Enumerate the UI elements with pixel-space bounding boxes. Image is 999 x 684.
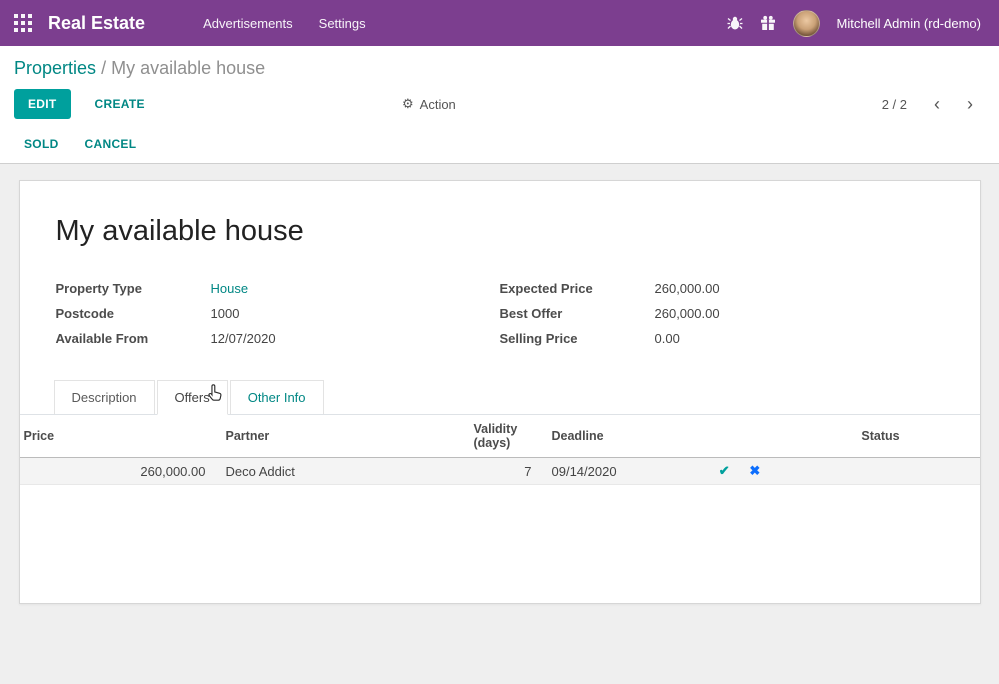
pager-value[interactable]: 2 / 2 <box>882 97 907 112</box>
pager-previous-icon[interactable]: ‹ <box>934 95 940 113</box>
user-avatar[interactable] <box>793 10 820 37</box>
field-value: 260,000.00 <box>655 306 720 321</box>
grid-icon <box>14 14 32 32</box>
breadcrumb-parent-link[interactable]: Properties <box>14 58 96 78</box>
column-partner[interactable]: Partner <box>212 415 470 458</box>
field-group-left: Property Type House Postcode 1000 Availa… <box>56 281 500 356</box>
form-statusbar: SOLD CANCEL <box>0 124 999 164</box>
field-label: Best Offer <box>500 306 655 321</box>
sold-button[interactable]: SOLD <box>24 137 59 151</box>
notebook-tabs: Description Offers Other Info <box>20 380 980 415</box>
tab-other-info[interactable]: Other Info <box>230 380 324 414</box>
tab-description[interactable]: Description <box>54 380 155 414</box>
offer-validity: 7 <box>470 458 538 485</box>
menu-advertisements[interactable]: Advertisements <box>203 16 293 31</box>
offers-table: Price Partner Validity (days) Deadline S… <box>20 415 980 485</box>
field-label: Available From <box>56 331 211 346</box>
form-sheet: My available house Property Type House P… <box>19 180 981 604</box>
gear-icon: ⚙ <box>402 96 414 112</box>
action-menu-button[interactable]: ⚙ Action <box>402 96 456 112</box>
edit-button[interactable]: EDIT <box>14 89 71 119</box>
debug-bug-icon[interactable] <box>727 15 743 31</box>
menu-settings[interactable]: Settings <box>319 16 366 31</box>
field-selling-price: Selling Price 0.00 <box>500 331 944 356</box>
offer-deadline: 09/14/2020 <box>538 458 698 485</box>
column-validity[interactable]: Validity (days) <box>470 415 538 458</box>
column-status[interactable]: Status <box>782 415 980 458</box>
field-label: Postcode <box>56 306 211 321</box>
offer-price: 260,000.00 <box>20 458 212 485</box>
field-group-right: Expected Price 260,000.00 Best Offer 260… <box>500 281 944 356</box>
action-menu-label: Action <box>420 97 456 112</box>
refuse-offer-icon[interactable]: ✖ <box>749 463 760 478</box>
offer-status <box>782 458 980 485</box>
field-groups: Property Type House Postcode 1000 Availa… <box>56 281 944 356</box>
field-value: 260,000.00 <box>655 281 720 296</box>
accept-offer-icon[interactable]: ✔ <box>719 463 730 478</box>
user-menu[interactable]: Mitchell Admin (rd-demo) <box>837 16 982 31</box>
pager-next-icon[interactable]: › <box>967 95 973 113</box>
field-postcode: Postcode 1000 <box>56 306 500 331</box>
field-available-from: Available From 12/07/2020 <box>56 331 500 356</box>
field-value: 0.00 <box>655 331 680 346</box>
top-navbar: Real Estate Advertisements Settings <box>0 0 999 46</box>
field-label: Property Type <box>56 281 211 296</box>
offer-partner: Deco Addict <box>212 458 470 485</box>
field-property-type: Property Type House <box>56 281 500 306</box>
breadcrumb: Properties / My available house <box>0 46 999 84</box>
property-type-link[interactable]: House <box>211 281 249 296</box>
record-title: My available house <box>56 213 944 249</box>
content-background: My available house Property Type House P… <box>0 180 999 684</box>
create-button[interactable]: CREATE <box>95 97 145 111</box>
apps-menu-icon[interactable] <box>14 14 32 32</box>
app-brand[interactable]: Real Estate <box>48 13 145 34</box>
tab-offers[interactable]: Offers <box>157 380 228 415</box>
column-deadline[interactable]: Deadline <box>538 415 698 458</box>
top-menu: Advertisements Settings <box>203 16 366 31</box>
field-expected-price: Expected Price 260,000.00 <box>500 281 944 306</box>
gift-icon[interactable] <box>760 15 776 31</box>
field-label: Selling Price <box>500 331 655 346</box>
cancel-button[interactable]: CANCEL <box>85 137 137 151</box>
column-actions <box>698 415 782 458</box>
offers-header-row: Price Partner Validity (days) Deadline S… <box>20 415 980 458</box>
field-value: 1000 <box>211 306 240 321</box>
breadcrumb-separator: / <box>101 58 106 78</box>
breadcrumb-current: My available house <box>111 58 265 78</box>
pager: 2 / 2 ‹ › <box>882 95 973 113</box>
field-value: 12/07/2020 <box>211 331 276 346</box>
field-label: Expected Price <box>500 281 655 296</box>
control-panel: EDIT CREATE ⚙ Action 2 / 2 ‹ › <box>0 84 999 124</box>
offer-row[interactable]: 260,000.00 Deco Addict 7 09/14/2020 ✔ ✖ <box>20 458 980 485</box>
field-best-offer: Best Offer 260,000.00 <box>500 306 944 331</box>
column-price[interactable]: Price <box>20 415 212 458</box>
